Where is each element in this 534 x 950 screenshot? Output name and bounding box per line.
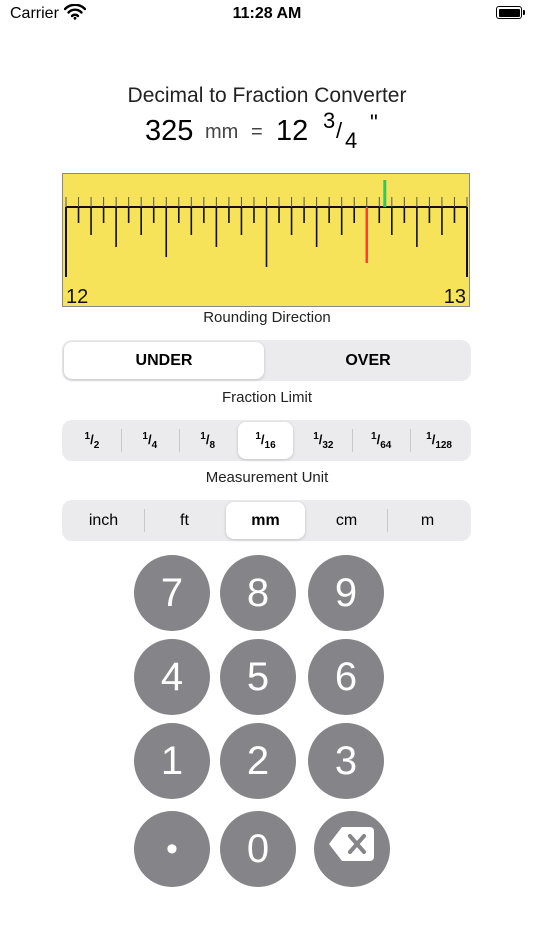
unit-option-label: m xyxy=(420,511,435,529)
unit-option-mm[interactable]: mm xyxy=(226,502,305,539)
segment-divider xyxy=(120,429,122,452)
key-7-label: 7 xyxy=(160,570,184,615)
unit-option-label: cm xyxy=(335,511,358,529)
key-9[interactable]: 9 xyxy=(308,555,384,631)
fraction-limit-option-32[interactable]: 1/32 xyxy=(295,422,351,459)
key-decimal-point[interactable]: • xyxy=(134,811,210,887)
fraction-limit-option-16[interactable]: 1/16 xyxy=(237,422,294,459)
measurement-unit-label: Measurement Unit xyxy=(205,469,329,486)
fraction-limit-option-64[interactable]: 1/64 xyxy=(353,422,409,459)
key-4-label: 4 xyxy=(160,654,184,699)
key-6-label: 6 xyxy=(334,654,358,699)
fraction-limit-label-4: 1/4 xyxy=(142,431,157,451)
key-0-label: 0 xyxy=(246,826,270,871)
status-bar: Carrier 11:28 AM xyxy=(0,0,534,30)
fraction-limit-label-16: 1/16 xyxy=(255,431,275,451)
ruler-start-label: 12 xyxy=(66,286,89,308)
fraction-limit-denominator: 4 xyxy=(151,439,158,451)
segment-divider xyxy=(410,429,412,452)
status-time: 11:28 AM xyxy=(232,5,302,22)
fraction-limit-denominator: 64 xyxy=(380,439,392,451)
key-1-label: 1 xyxy=(160,738,184,783)
unit-option-m[interactable]: m xyxy=(388,502,467,539)
key-5[interactable]: 5 xyxy=(220,639,296,715)
fraction-slash: / xyxy=(336,118,343,143)
fraction-numerator: 3 xyxy=(323,108,336,133)
key-4[interactable]: 4 xyxy=(134,639,210,715)
conversion-result: 325 mm = 12 3 / 4 " xyxy=(0,108,534,158)
fraction-limit-label-8: 1/8 xyxy=(200,431,215,451)
inch-symbol: " xyxy=(370,110,378,135)
rounding-under-label: UNDER xyxy=(135,351,193,369)
backspace-icon xyxy=(328,824,376,874)
rounding-over-option[interactable]: OVER xyxy=(267,342,469,379)
segment-divider xyxy=(144,509,145,532)
measurement-unit-control[interactable]: inch ft mm cm m xyxy=(62,500,471,541)
battery-icon xyxy=(496,6,525,19)
key-8[interactable]: 8 xyxy=(220,555,296,631)
page-title: Decimal to Fraction Converter xyxy=(127,84,407,107)
rounding-under-option[interactable]: UNDER xyxy=(64,342,264,379)
fraction-limit-option-4[interactable]: 1/4 xyxy=(122,422,178,459)
decimal-value: 325 xyxy=(145,115,194,147)
key-2-label: 2 xyxy=(246,738,270,783)
fraction-denominator: 4 xyxy=(345,128,358,153)
fraction-limit-denominator: 8 xyxy=(209,439,215,451)
fraction-limit-label-32: 1/32 xyxy=(313,431,333,451)
fraction-whole: 12 xyxy=(276,115,309,147)
fraction-limit-label: Fraction Limit xyxy=(221,389,313,406)
fraction-limit-denominator: 2 xyxy=(93,439,100,451)
ruler: 12 13 xyxy=(62,173,470,308)
equals-sign: = xyxy=(251,121,263,143)
unit-option-inch[interactable]: inch xyxy=(64,502,143,539)
fraction-limit-option-128[interactable]: 1/128 xyxy=(411,422,467,459)
segment-divider xyxy=(352,429,354,452)
fraction-limit-option-2[interactable]: 1/2 xyxy=(64,422,120,459)
unit-option-cm[interactable]: cm xyxy=(307,502,386,539)
unit-option-label: inch xyxy=(88,511,119,529)
fraction-limit-label-128: 1/128 xyxy=(426,431,452,451)
key-decimal-label: • xyxy=(166,830,178,868)
fraction-limit-denominator: 32 xyxy=(322,439,334,451)
key-2[interactable]: 2 xyxy=(220,723,296,799)
fraction-limit-control[interactable]: 1/2 1/4 1/8 1/16 1/32 1/64 1/128 xyxy=(62,420,471,461)
fraction-limit-denominator: 16 xyxy=(264,439,276,451)
fraction-limit-denominator: 128 xyxy=(435,439,452,451)
unit-option-label: ft xyxy=(180,511,189,529)
key-3[interactable]: 3 xyxy=(308,723,384,799)
fraction-limit-label-64: 1/64 xyxy=(371,431,391,451)
key-3-label: 3 xyxy=(334,738,358,783)
unit-option-label: mm xyxy=(251,511,280,529)
fraction-limit-option-8[interactable]: 1/8 xyxy=(180,422,236,459)
key-6[interactable]: 6 xyxy=(308,639,384,715)
key-7[interactable]: 7 xyxy=(134,555,210,631)
fraction-limit-label-2: 1/2 xyxy=(85,431,100,451)
key-8-label: 8 xyxy=(246,570,270,615)
segment-divider xyxy=(178,429,180,452)
ruler-ticks xyxy=(65,180,468,277)
unit-option-ft[interactable]: ft xyxy=(145,502,224,539)
key-5-label: 5 xyxy=(246,654,270,699)
key-9-label: 9 xyxy=(334,570,358,615)
segment-divider xyxy=(387,509,388,532)
decimal-unit: mm xyxy=(205,121,239,143)
rounding-over-label: OVER xyxy=(345,351,391,369)
key-1[interactable]: 1 xyxy=(134,723,210,799)
rounding-direction-control[interactable]: UNDER OVER xyxy=(62,340,471,381)
ruler-end-label: 13 xyxy=(443,286,466,308)
delete-key[interactable] xyxy=(314,811,390,887)
rounding-direction-label: Rounding Direction xyxy=(203,309,331,326)
key-0[interactable]: 0 xyxy=(220,811,296,887)
